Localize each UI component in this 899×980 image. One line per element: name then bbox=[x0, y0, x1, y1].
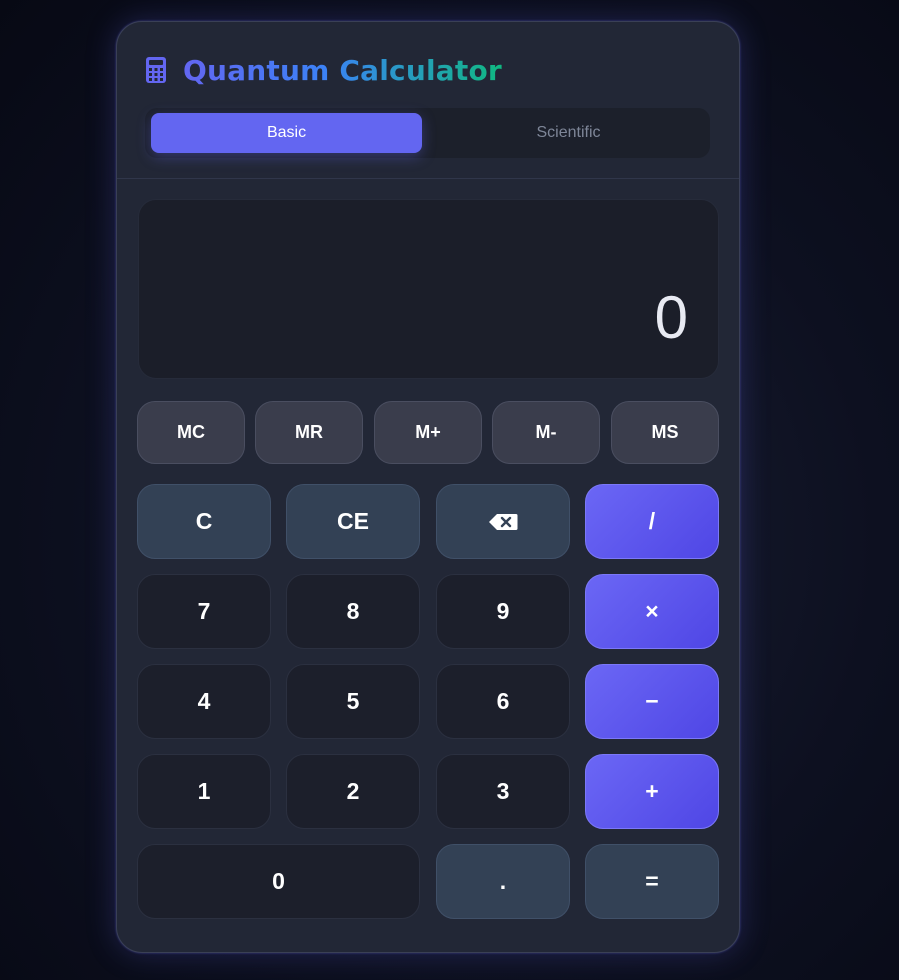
display-value: 0 bbox=[654, 284, 688, 351]
add-button[interactable]: + bbox=[585, 754, 719, 829]
backspace-icon bbox=[489, 513, 518, 530]
calculator-panel: Quantum Calculator Basic Scientific 0 MC… bbox=[116, 21, 740, 953]
tab-scientific[interactable]: Scientific bbox=[433, 113, 704, 153]
app-title: Quantum Calculator bbox=[183, 53, 502, 87]
clear-button[interactable]: C bbox=[137, 484, 271, 559]
digit-8-button[interactable]: 8 bbox=[286, 574, 420, 649]
digit-9-button[interactable]: 9 bbox=[436, 574, 570, 649]
memory-subtract-button[interactable]: M- bbox=[492, 401, 600, 464]
multiply-button[interactable]: × bbox=[585, 574, 719, 649]
digit-5-button[interactable]: 5 bbox=[286, 664, 420, 739]
memory-clear-button[interactable]: MC bbox=[137, 401, 245, 464]
clear-entry-button[interactable]: CE bbox=[286, 484, 420, 559]
digit-0-button[interactable]: 0 bbox=[137, 844, 420, 919]
mode-tabs: Basic Scientific bbox=[145, 108, 710, 158]
calculator-header: Quantum Calculator Basic Scientific bbox=[117, 22, 739, 179]
digit-3-button[interactable]: 3 bbox=[436, 754, 570, 829]
digit-7-button[interactable]: 7 bbox=[137, 574, 271, 649]
memory-recall-button[interactable]: MR bbox=[255, 401, 363, 464]
backspace-button[interactable] bbox=[436, 484, 570, 559]
digit-1-button[interactable]: 1 bbox=[137, 754, 271, 829]
display-screen: 0 bbox=[138, 199, 719, 379]
digit-4-button[interactable]: 4 bbox=[137, 664, 271, 739]
digit-6-button[interactable]: 6 bbox=[436, 664, 570, 739]
equals-button[interactable]: = bbox=[585, 844, 719, 919]
subtract-button[interactable]: − bbox=[585, 664, 719, 739]
divide-button[interactable]: / bbox=[585, 484, 719, 559]
calculator-icon bbox=[146, 57, 166, 83]
memory-store-button[interactable]: MS bbox=[611, 401, 719, 464]
title-row: Quantum Calculator bbox=[145, 52, 502, 88]
tab-basic[interactable]: Basic bbox=[151, 113, 422, 153]
digit-2-button[interactable]: 2 bbox=[286, 754, 420, 829]
decimal-button[interactable]: . bbox=[436, 844, 570, 919]
memory-add-button[interactable]: M+ bbox=[374, 401, 482, 464]
